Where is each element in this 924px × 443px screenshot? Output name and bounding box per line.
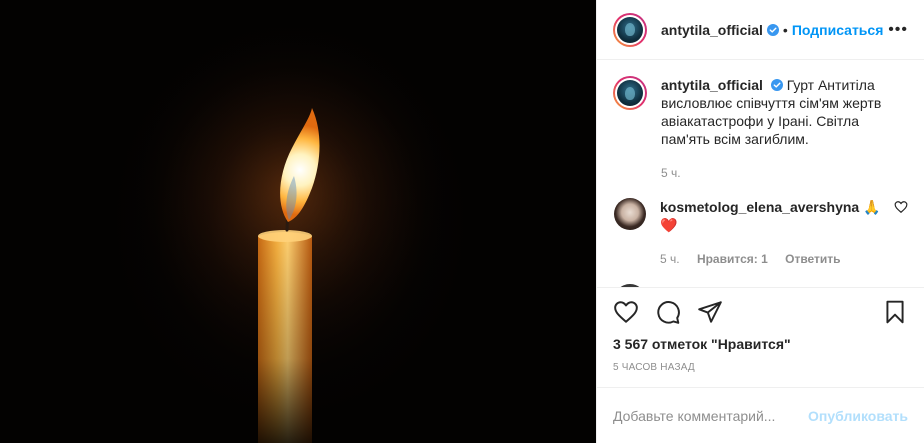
comment-meta: 5 ч. Нравится: 1 Ответить [660, 250, 886, 268]
share-icon[interactable] [697, 299, 723, 325]
more-options-icon[interactable]: ••• [888, 21, 908, 39]
commenter-avatar[interactable] [614, 198, 646, 230]
comment-time: 5 ч. [660, 252, 680, 266]
comment-item: kosmetolog_elena_avershyna 🙏 ❤️ 5 ч. Нра… [613, 198, 908, 268]
verified-badge-icon [770, 79, 783, 91]
author-avatar[interactable] [613, 12, 647, 47]
caption-time: 5 ч. [661, 166, 681, 180]
bookmark-icon[interactable] [882, 299, 908, 325]
caption-username[interactable]: antytila_official [661, 77, 763, 93]
post-image-candle[interactable] [0, 0, 596, 443]
like-comment-icon[interactable] [894, 200, 908, 214]
author-username[interactable]: antytila_official [661, 22, 763, 38]
add-comment-bar: Добавьте комментарий... Опубликовать [597, 387, 924, 443]
follow-button[interactable]: Подписаться [792, 22, 884, 38]
candle-illustration [0, 0, 596, 443]
post-timestamp[interactable]: 5 часов назад [597, 354, 924, 373]
comments-list[interactable]: antytila_official Гурт Антитіла висловлю… [597, 60, 924, 288]
publish-button[interactable]: Опубликовать [808, 408, 908, 424]
reply-button[interactable]: Ответить [785, 252, 840, 266]
caption-author-avatar[interactable] [613, 76, 647, 110]
verified-badge-icon [766, 23, 779, 36]
comment-input[interactable]: Добавьте комментарий... [613, 408, 808, 424]
separator-dot: • [782, 21, 788, 38]
caption: antytila_official Гурт Антитіла висловлю… [613, 76, 908, 182]
instagram-post: antytila_official • Подписаться ••• anty… [0, 0, 924, 443]
post-header: antytila_official • Подписаться ••• [597, 0, 924, 60]
caption-meta: 5 ч. [661, 164, 908, 182]
comment-likes-count[interactable]: Нравится: 1 [697, 252, 768, 266]
heart-icon[interactable] [613, 299, 639, 325]
comment-username[interactable]: kosmetolog_elena_avershyna [660, 199, 859, 215]
comment-icon[interactable] [655, 299, 681, 325]
post-actions [597, 288, 924, 336]
post-sidebar: antytila_official • Подписаться ••• anty… [596, 0, 924, 443]
likes-count[interactable]: 3 567 отметок "Нравится" [597, 336, 924, 354]
